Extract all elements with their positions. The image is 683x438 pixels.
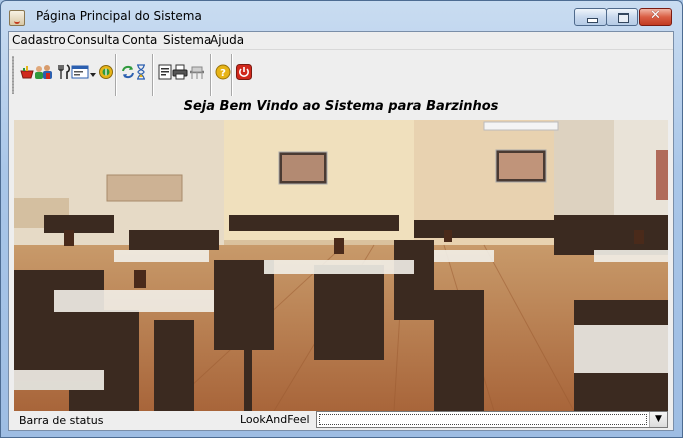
- printer-icon[interactable]: [172, 64, 188, 80]
- svg-text:?: ?: [220, 68, 226, 79]
- menu-cadastro[interactable]: Cadastro: [12, 32, 66, 48]
- main-window: Página Principal do Sistema ✕ Cadastro C…: [0, 0, 683, 438]
- restaurant-background-image: [14, 120, 668, 411]
- help-icon[interactable]: ?: [215, 64, 231, 80]
- dropdown-icon[interactable]: [89, 64, 97, 80]
- window-title: Página Principal do Sistema: [36, 9, 202, 23]
- menu-ajuda[interactable]: Ajuda: [210, 32, 244, 48]
- minimize-icon: [587, 18, 598, 23]
- status-text: Barra de status: [19, 414, 104, 427]
- maximize-icon: [618, 13, 629, 23]
- hourglass-icon[interactable]: [135, 64, 147, 80]
- maximize-button[interactable]: [606, 8, 638, 26]
- welcome-label: Seja Bem Vindo ao Sistema para Barzinhos: [183, 99, 499, 114]
- menu-conta[interactable]: Conta: [122, 32, 157, 48]
- menu-bar: Cadastro Consulta Conta Sistema Ajuda: [9, 32, 673, 48]
- chair-icon[interactable]: [188, 64, 206, 80]
- java-app-icon[interactable]: [9, 10, 25, 26]
- money-icon[interactable]: [98, 64, 114, 80]
- chevron-down-icon[interactable]: ▼: [649, 412, 667, 427]
- toolbar: ?: [9, 49, 673, 98]
- report-icon[interactable]: [157, 64, 173, 80]
- look-and-feel-label: LookAndFeel: [240, 413, 310, 426]
- food-icon[interactable]: [19, 64, 35, 80]
- close-button[interactable]: ✕: [639, 8, 672, 26]
- power-icon[interactable]: [236, 64, 252, 80]
- menu-sistema[interactable]: Sistema: [163, 32, 211, 48]
- cutlery-icon[interactable]: [56, 64, 72, 80]
- users-icon[interactable]: [34, 64, 54, 80]
- toolbar-separator: [152, 54, 154, 96]
- title-bar[interactable]: Página Principal do Sistema ✕: [1, 1, 682, 31]
- look-and-feel-combobox[interactable]: ▼: [316, 411, 668, 428]
- close-icon: ✕: [650, 8, 661, 23]
- restaurant-picture: [14, 120, 668, 411]
- toolbar-grip[interactable]: [12, 56, 14, 94]
- frame-content: Cadastro Consulta Conta Sistema Ajuda ? …: [8, 31, 674, 431]
- menu-consulta[interactable]: Consulta: [67, 32, 120, 48]
- form-icon[interactable]: [71, 64, 89, 80]
- look-and-feel-value[interactable]: [319, 414, 647, 425]
- refresh-icon[interactable]: [120, 64, 136, 80]
- toolbar-separator: [115, 54, 117, 96]
- status-bar: Barra de status LookAndFeel ▼: [9, 411, 673, 430]
- minimize-button[interactable]: [574, 8, 607, 26]
- toolbar-separator: [231, 54, 233, 96]
- toolbar-separator: [210, 54, 212, 96]
